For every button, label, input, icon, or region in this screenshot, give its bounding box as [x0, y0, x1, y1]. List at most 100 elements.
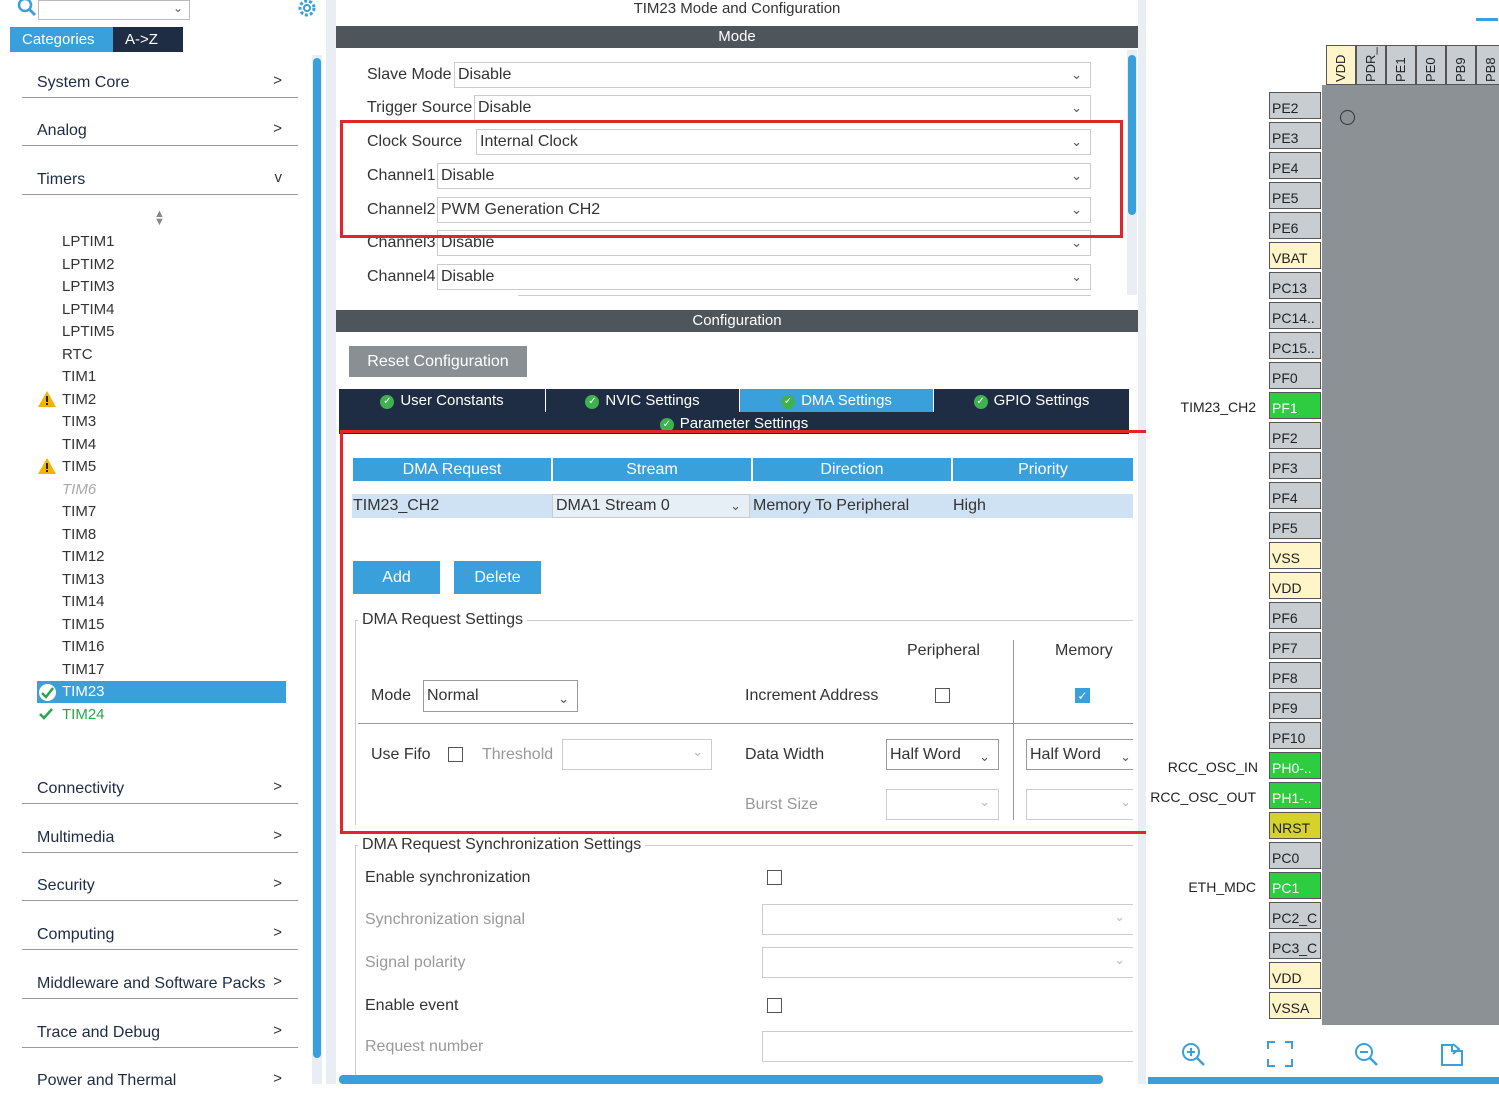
pin-vssa[interactable]: VSSA — [1269, 992, 1321, 1019]
pin-pf0[interactable]: PF0 — [1269, 362, 1321, 389]
tab-a-z[interactable]: A->Z — [113, 27, 183, 52]
pin-pf10[interactable]: PF10 — [1269, 722, 1321, 749]
timer-item-tim7[interactable]: TIM7 — [62, 501, 96, 523]
tab-user-constants[interactable]: ✓ User Constants — [339, 389, 546, 412]
fit-screen-icon[interactable] — [1265, 1040, 1295, 1070]
pin-pe5[interactable]: PE5 — [1269, 182, 1321, 209]
pin-pf4[interactable]: PF4 — [1269, 482, 1321, 509]
zoom-out-icon[interactable] — [1351, 1040, 1381, 1070]
check-circle-icon: ✓ — [380, 395, 395, 409]
trigger-source-select[interactable]: Disable ⌄ — [474, 95, 1091, 121]
timer-item-tim15[interactable]: TIM15 — [62, 614, 105, 636]
tab-label: GPIO Settings — [993, 392, 1090, 409]
top-pin[interactable]: PDR_ — [1356, 45, 1386, 85]
timer-item-lptim4[interactable]: LPTIM4 — [62, 299, 115, 321]
enable-sync-checkbox[interactable] — [767, 870, 782, 885]
pin-vss[interactable]: VSS — [1269, 542, 1321, 569]
chevron-down-icon[interactable]: ⌄ — [173, 1, 183, 15]
export-icon[interactable] — [1438, 1040, 1468, 1070]
search-input[interactable]: ⌄ — [38, 0, 190, 20]
pin-pf6[interactable]: PF6 — [1269, 602, 1321, 629]
pin-pc2c[interactable]: PC2_C — [1269, 902, 1321, 929]
category-multimedia[interactable]: Multimedia > — [22, 827, 298, 853]
mode-label-trigger: Trigger Source — [367, 99, 473, 116]
search-icon[interactable] — [16, 0, 38, 18]
pin-pf2[interactable]: PF2 — [1269, 422, 1321, 449]
pin-pe4[interactable]: PE4 — [1269, 152, 1321, 179]
tab-dma-settings[interactable]: ✓ DMA Settings — [740, 389, 934, 412]
category-middleware[interactable]: Middleware and Software Packs > — [22, 973, 298, 999]
timer-item-tim1[interactable]: TIM1 — [62, 366, 96, 388]
slave-mode-select[interactable]: Disable ⌄ — [454, 62, 1091, 88]
chevron-down-icon: ⌄ — [1071, 67, 1082, 82]
zoom-in-icon[interactable] — [1178, 1040, 1208, 1070]
top-pin[interactable]: PB8 — [1476, 45, 1499, 85]
category-analog[interactable]: Analog > — [22, 120, 298, 146]
category-system-core[interactable]: System Core > — [22, 72, 298, 98]
mode-scrollbar-thumb[interactable] — [1128, 55, 1136, 215]
timer-item-tim24[interactable]: TIM24 — [62, 704, 105, 726]
timer-item-tim13[interactable]: TIM13 — [62, 569, 105, 591]
pin-pe6[interactable]: PE6 — [1269, 212, 1321, 239]
chevron-down-icon: ⌄ — [1071, 100, 1082, 115]
timer-item-tim2[interactable]: TIM2 — [62, 389, 96, 411]
pin-ph0[interactable]: PH0-.. — [1269, 752, 1321, 779]
pin-pc15[interactable]: PC15.. — [1269, 332, 1321, 359]
gear-icon[interactable] — [296, 0, 318, 19]
pin-pc0[interactable]: PC0 — [1269, 842, 1321, 869]
enable-sync-label: Enable synchronization — [365, 869, 531, 886]
tab-gpio-settings[interactable]: ✓ GPIO Settings — [934, 389, 1129, 412]
timer-item-tim17[interactable]: TIM17 — [62, 659, 105, 681]
pin-pc1[interactable]: PC1 — [1269, 872, 1321, 899]
pin-pc14[interactable]: PC14.. — [1269, 302, 1321, 329]
timer-item-tim3[interactable]: TIM3 — [62, 411, 96, 433]
channel4-select[interactable]: Disable ⌄ — [437, 264, 1091, 290]
timer-item-tim5[interactable]: TIM5 — [62, 456, 96, 478]
timer-item-lptim5[interactable]: LPTIM5 — [62, 321, 115, 343]
pin-vbat[interactable]: VBAT — [1269, 242, 1321, 269]
timer-item-tim4[interactable]: TIM4 — [62, 434, 96, 456]
pin-vdd[interactable]: VDD — [1269, 572, 1321, 599]
tab-nvic-settings[interactable]: ✓ NVIC Settings — [546, 389, 740, 412]
timer-item-tim16[interactable]: TIM16 — [62, 636, 105, 658]
pin-pf7[interactable]: PF7 — [1269, 632, 1321, 659]
pin-pc13[interactable]: PC13 — [1269, 272, 1321, 299]
config-horizontal-scrollbar[interactable] — [339, 1075, 1103, 1084]
pin-pe2[interactable]: PE2 — [1269, 92, 1321, 119]
pin-pf5[interactable]: PF5 — [1269, 512, 1321, 539]
category-security[interactable]: Security > — [22, 875, 298, 901]
pin-ph1[interactable]: PH1-.. — [1269, 782, 1321, 809]
left-scrollbar-thumb[interactable] — [313, 58, 321, 1058]
timer-item-lptim3[interactable]: LPTIM3 — [62, 276, 115, 298]
top-pin[interactable]: PE1 — [1386, 45, 1416, 85]
category-power-thermal[interactable]: Power and Thermal > — [22, 1070, 298, 1096]
timer-item-lptim2[interactable]: LPTIM2 — [62, 254, 115, 276]
top-pin[interactable]: VDD — [1326, 45, 1356, 85]
timer-item-tim12[interactable]: TIM12 — [62, 546, 105, 568]
timer-item-tim23[interactable]: TIM23 — [37, 681, 286, 703]
pin-pf1[interactable]: PF1 — [1269, 392, 1321, 419]
sort-icon[interactable]: ▲ ▼ — [154, 209, 165, 228]
timer-item-tim8[interactable]: TIM8 — [62, 524, 96, 546]
timer-item-tim6: TIM6 — [62, 481, 97, 498]
pin-nrst[interactable]: NRST — [1269, 812, 1321, 839]
category-connectivity[interactable]: Connectivity > — [22, 778, 298, 804]
pin-pf9[interactable]: PF9 — [1269, 692, 1321, 719]
timer-item-tim14[interactable]: TIM14 — [62, 591, 105, 613]
category-timers[interactable]: Timers v — [22, 169, 298, 195]
tab-categories[interactable]: Categories — [10, 27, 113, 52]
top-pin[interactable]: PE0 — [1416, 45, 1446, 85]
top-pin[interactable]: PB9 — [1446, 45, 1476, 85]
pinout-scrollbar[interactable] — [1148, 1077, 1499, 1084]
pin-vdd[interactable]: VDD — [1269, 962, 1321, 989]
timer-item-lptim1[interactable]: LPTIM1 — [62, 231, 115, 253]
pin-pc3c[interactable]: PC3_C — [1269, 932, 1321, 959]
reset-config-button[interactable]: Reset Configuration — [349, 346, 527, 377]
timer-item-rtc[interactable]: RTC — [62, 344, 93, 366]
category-computing[interactable]: Computing > — [22, 924, 298, 950]
pin-pf8[interactable]: PF8 — [1269, 662, 1321, 689]
enable-event-checkbox[interactable] — [767, 998, 782, 1013]
category-trace-debug[interactable]: Trace and Debug > — [22, 1022, 298, 1048]
pin-pe3[interactable]: PE3 — [1269, 122, 1321, 149]
pin-pf3[interactable]: PF3 — [1269, 452, 1321, 479]
